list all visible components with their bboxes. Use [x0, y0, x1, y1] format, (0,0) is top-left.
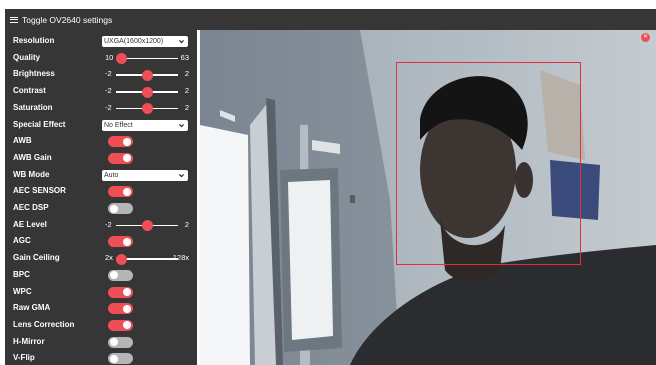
control-label: Brightness: [13, 69, 55, 79]
control-row-special-effect: Special Effect No Effect: [5, 117, 197, 133]
toggle-knob: [123, 187, 131, 196]
control-row-raw-gma: Raw GMA: [5, 300, 197, 316]
hamburger-menu-icon[interactable]: [10, 15, 18, 24]
aec-dsp-toggle[interactable]: [108, 203, 133, 214]
chevron-down-icon: [179, 173, 184, 177]
control-row-saturation: Saturation -2 2: [5, 100, 197, 116]
saturation-slider-thumb[interactable]: [141, 103, 153, 115]
control-row-resolution: Resolution UXGA(1600x1200): [5, 33, 197, 49]
control-row-wpc: WPC: [5, 284, 197, 300]
toggle-knob: [123, 288, 131, 296]
bpc-toggle[interactable]: [108, 269, 133, 281]
range-max-label: 2: [184, 219, 189, 229]
lens-correction-toggle[interactable]: [108, 319, 133, 331]
agc-toggle[interactable]: [108, 236, 133, 248]
camera-stream: ✕: [200, 30, 656, 365]
control-row-aec-dsp: AEC DSP: [5, 200, 197, 216]
control-label: Special Effect: [13, 119, 66, 129]
control-row-wb-mode: WB Mode Auto: [5, 167, 197, 183]
aec-sensor-toggle[interactable]: [108, 186, 133, 198]
control-row-awb-gain: AWB Gain: [5, 150, 197, 166]
range-min-label: -2: [105, 86, 112, 96]
contrast-slider-thumb[interactable]: [141, 86, 153, 98]
control-label: BPC: [13, 269, 30, 279]
control-row-brightness: Brightness -2 2: [5, 66, 197, 82]
control-label: Lens Correction: [13, 319, 75, 329]
control-label: AGC: [13, 236, 31, 246]
control-label: Contrast: [13, 86, 46, 96]
control-row-contrast: Contrast -2 2: [5, 83, 197, 99]
range-min-label: -2: [105, 102, 112, 112]
wpc-toggle[interactable]: [108, 286, 133, 298]
resolution-select[interactable]: UXGA(1600x1200): [102, 36, 188, 47]
range-min-label: -2: [105, 219, 112, 229]
range-min-label: -2: [105, 69, 112, 79]
control-label: H-Mirror: [13, 336, 45, 346]
control-label: AE Level: [13, 219, 47, 229]
control-row-agc: AGC: [5, 233, 197, 249]
control-label: Quality: [13, 52, 41, 62]
range-max-label: 128x: [172, 253, 189, 263]
toggle-knob: [123, 137, 131, 146]
v-flip-toggle[interactable]: [108, 353, 133, 365]
header-title: Toggle OV2640 settings: [22, 14, 113, 25]
special-effect-select[interactable]: No Effect: [102, 119, 188, 131]
control-row-awb: AWB: [5, 133, 197, 149]
control-label: WPC: [13, 286, 32, 296]
control-row-gain-ceiling: Gain Ceiling 2x 128x: [5, 250, 197, 266]
brightness-slider-thumb[interactable]: [141, 69, 153, 81]
toggle-knob: [123, 237, 131, 246]
range-max-label: 2: [184, 102, 189, 112]
control-row-quality: Quality 10 63: [5, 50, 197, 66]
raw-gma-toggle[interactable]: [108, 303, 133, 315]
select-value: No Effect: [104, 121, 133, 129]
control-row-h-mirror: H-Mirror: [5, 334, 197, 350]
close-icon[interactable]: ✕: [641, 33, 650, 42]
control-row-v-flip: V-Flip: [5, 350, 197, 365]
h-mirror-toggle[interactable]: [108, 336, 133, 348]
settings-sidebar: Resolution UXGA(1600x1200) Quality 10 63 Brig…: [5, 30, 197, 365]
toggle-knob: [110, 354, 118, 363]
range-min-label: 2x: [105, 253, 113, 263]
chevron-down-icon: [179, 40, 184, 44]
range-max-label: 2: [184, 86, 189, 96]
range-max-label: 2: [184, 69, 189, 79]
toggle-knob: [110, 338, 118, 347]
select-value: Auto: [104, 171, 119, 179]
wb-mode-select[interactable]: Auto: [102, 169, 188, 181]
chevron-down-icon: [179, 123, 184, 127]
control-row-ae-level: AE Level -2 2: [5, 217, 197, 233]
toggle-knob: [123, 321, 131, 330]
control-row-bpc: BPC: [5, 267, 197, 283]
toggle-knob: [110, 271, 118, 280]
awb-gain-toggle[interactable]: [108, 152, 133, 164]
control-label: WB Mode: [13, 169, 50, 179]
quality-slider-thumb[interactable]: [115, 53, 127, 65]
control-label: Saturation: [13, 102, 53, 112]
toggle-knob: [110, 204, 118, 213]
face-detection-box: [396, 62, 581, 265]
range-min-label: 10: [105, 52, 114, 62]
control-label: AWB Gain: [13, 152, 52, 162]
control-row-aec-sensor: AEC SENSOR: [5, 183, 197, 199]
control-label: Resolution: [13, 36, 55, 45]
range-max-label: 63: [180, 52, 189, 62]
toggle-knob: [123, 154, 131, 163]
control-label: V-Flip: [13, 353, 35, 363]
control-label: AWB: [13, 136, 32, 146]
gain-ceiling-slider-thumb[interactable]: [115, 253, 127, 265]
awb-toggle[interactable]: [108, 136, 133, 148]
control-row-lens-correction: Lens Correction: [5, 317, 197, 333]
select-value: UXGA(1600x1200): [104, 38, 164, 45]
settings-header[interactable]: Toggle OV2640 settings: [5, 9, 656, 30]
control-label: AEC DSP: [13, 203, 49, 212]
ae-level-slider-thumb[interactable]: [141, 220, 153, 232]
control-label: Gain Ceiling: [13, 253, 60, 263]
control-label: AEC SENSOR: [13, 186, 66, 196]
control-label: Raw GMA: [13, 303, 51, 313]
toggle-knob: [123, 304, 131, 313]
